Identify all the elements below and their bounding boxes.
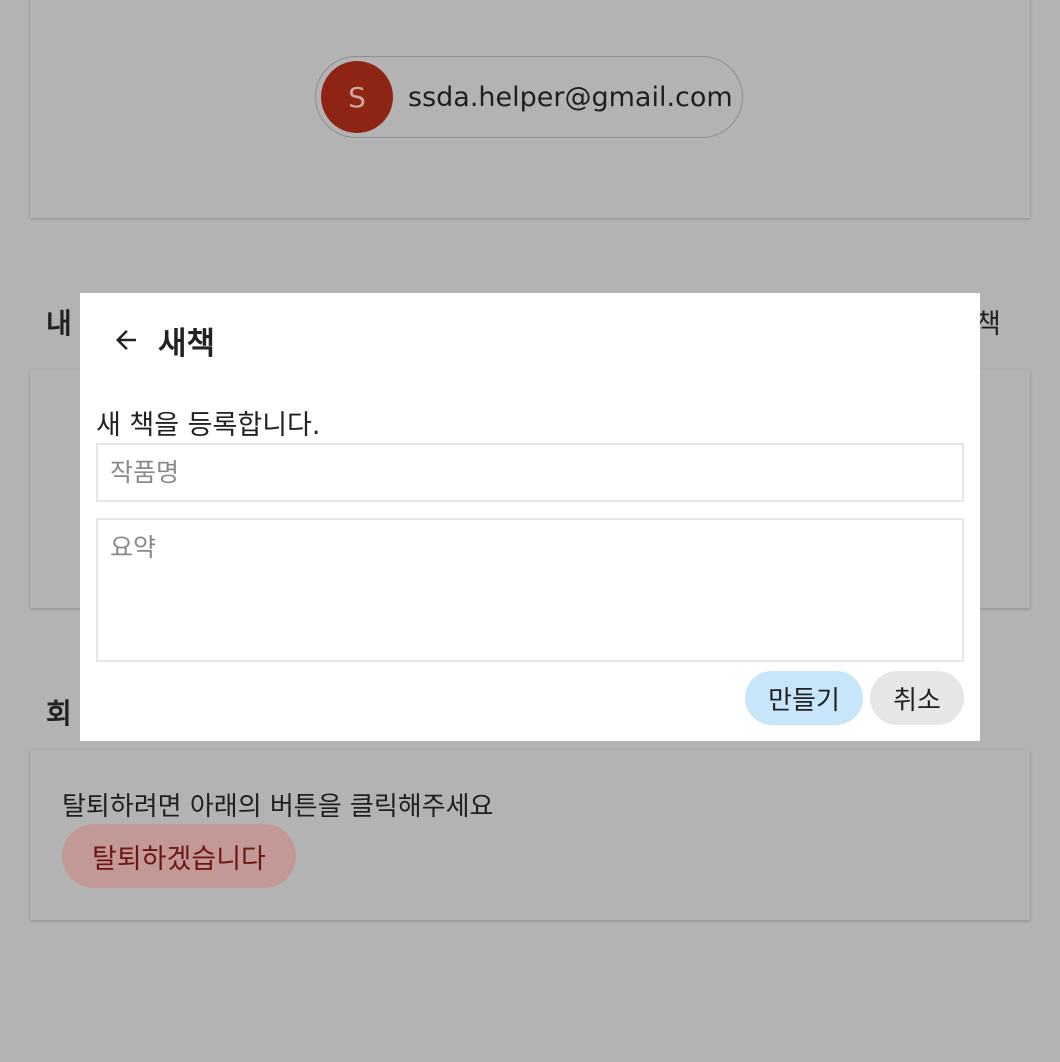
account-email: ssda.helper@gmail.com <box>408 81 733 113</box>
dialog-title: 새책 <box>158 325 216 362</box>
new-book-dialog: 새책 새 책을 등록합니다. 만들기 취소 <box>80 293 980 741</box>
account-card: S ssda.helper@gmail.com <box>30 0 1030 218</box>
account-chip[interactable]: S ssda.helper@gmail.com <box>315 56 743 138</box>
withdraw-button[interactable]: 탈퇴하겠습니다 <box>62 824 296 888</box>
create-button[interactable]: 만들기 <box>745 671 863 725</box>
member-heading: 회 <box>46 697 72 730</box>
my-books-heading: 내 <box>46 307 72 340</box>
dialog-description: 새 책을 등록합니다. <box>96 410 321 441</box>
avatar: S <box>321 61 393 133</box>
book-summary-input[interactable] <box>96 518 964 662</box>
withdraw-card: 탈퇴하려면 아래의 버튼을 클릭해주세요 탈퇴하겠습니다 <box>30 750 1030 920</box>
dialog-header: 새책 <box>108 315 215 365</box>
arrow-left-icon[interactable] <box>108 322 144 358</box>
cancel-button[interactable]: 취소 <box>870 671 964 725</box>
book-title-input[interactable] <box>96 443 964 502</box>
withdraw-instruction: 탈퇴하려면 아래의 버튼을 클릭해주세요 <box>62 792 494 822</box>
